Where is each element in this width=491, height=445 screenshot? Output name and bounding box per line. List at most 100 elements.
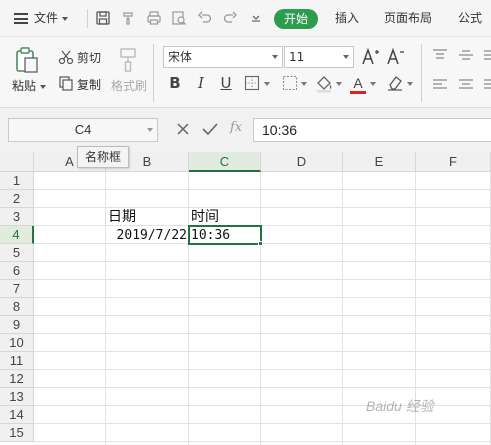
gridline — [34, 261, 491, 262]
paste-button[interactable]: 粘贴 — [12, 77, 47, 94]
font-size-select[interactable]: 11 — [284, 46, 354, 68]
row-header-10[interactable]: 10 — [0, 334, 34, 352]
gridline — [34, 207, 491, 208]
formula-bar: C4 10:36 — [0, 108, 491, 152]
name-box[interactable]: C4 — [8, 118, 158, 142]
tab-insert[interactable]: 插入 — [335, 0, 359, 37]
font-name-select[interactable]: 宋体 — [163, 46, 283, 68]
cut-icon[interactable] — [58, 49, 74, 65]
print-icon[interactable] — [146, 10, 162, 26]
row-header-14[interactable]: 14 — [0, 406, 34, 424]
chevron-down-icon — [272, 55, 278, 59]
tab-insert-label: 插入 — [335, 11, 360, 25]
format-painter-icon[interactable] — [118, 47, 140, 73]
row-header-1[interactable]: 1 — [0, 172, 34, 190]
font-name-value: 宋体 — [168, 50, 193, 64]
select-all-corner[interactable] — [0, 152, 34, 172]
row-header-8[interactable]: 8 — [0, 298, 34, 316]
bold-button[interactable]: B — [166, 73, 184, 93]
cell-b3[interactable]: 日期 — [108, 208, 136, 226]
chevron-down-icon[interactable] — [301, 82, 307, 86]
font-color-button[interactable]: A — [350, 73, 366, 93]
underline-button[interactable]: U — [217, 73, 235, 93]
insert-function-button[interactable]: fx — [230, 120, 242, 135]
font-color-letter-icon: A — [353, 75, 363, 91]
row-header-12[interactable]: 12 — [0, 370, 34, 388]
gridline — [34, 297, 491, 298]
watermark-text: Baidu 经验 — [366, 398, 434, 414]
cell-b4[interactable]: 2019/7/22 — [106, 227, 188, 245]
chevron-down-icon — [40, 84, 47, 89]
row-header-4[interactable]: 4 — [0, 226, 34, 244]
row-header-13[interactable]: 13 — [0, 388, 34, 406]
column-header-e[interactable]: E — [343, 152, 416, 172]
align-top-icon[interactable] — [432, 48, 448, 62]
copy-icon[interactable] — [58, 75, 74, 91]
undo-icon[interactable] — [197, 10, 213, 26]
chevron-down-icon — [62, 16, 69, 21]
gridline — [34, 369, 491, 370]
fill-color-icon[interactable] — [314, 73, 334, 93]
row-header-11[interactable]: 11 — [0, 352, 34, 370]
active-cell-selection — [188, 225, 262, 245]
row-header-15[interactable]: 15 — [0, 424, 34, 442]
clear-format-icon[interactable] — [386, 74, 404, 92]
align-center-icon[interactable] — [458, 78, 474, 92]
align-right-icon[interactable] — [484, 78, 491, 92]
chevron-down-icon[interactable] — [370, 82, 376, 86]
fill-handle[interactable] — [258, 241, 263, 246]
tab-formulas-label: 公式 — [458, 11, 483, 25]
align-bottom-icon[interactable] — [484, 48, 491, 62]
chevron-down-icon[interactable] — [336, 82, 342, 86]
tab-home-label: 开始 — [283, 12, 308, 26]
align-middle-icon[interactable] — [458, 48, 474, 62]
increase-font-size-icon[interactable] — [361, 47, 381, 67]
align-left-icon[interactable] — [432, 78, 448, 92]
tab-formulas[interactable]: 公式 — [458, 0, 482, 37]
format-painter-button[interactable]: 格式刷 — [111, 77, 147, 94]
customize-quick-access-icon[interactable] — [248, 10, 264, 26]
row-header-3[interactable]: 3 — [0, 208, 34, 226]
formula-input[interactable]: 10:36 — [253, 118, 491, 142]
redo-icon[interactable] — [222, 10, 238, 26]
file-menu-label: 文件 — [34, 11, 59, 25]
format-painter-icon[interactable] — [121, 10, 137, 26]
cancel-icon[interactable] — [176, 122, 190, 140]
column-header-d[interactable]: D — [261, 152, 343, 172]
column-header-c[interactable]: C — [189, 152, 261, 172]
gridline — [34, 351, 491, 352]
chevron-down-icon — [343, 55, 349, 59]
copy-button[interactable]: 复制 — [77, 76, 101, 93]
gridline — [34, 279, 491, 280]
chevron-down-icon[interactable] — [407, 82, 413, 86]
save-icon[interactable] — [95, 10, 111, 26]
menu-divider — [87, 9, 88, 28]
row-header-7[interactable]: 7 — [0, 280, 34, 298]
name-box-tooltip: 名称框 — [77, 146, 129, 168]
confirm-icon[interactable] — [202, 122, 218, 140]
row-header-6[interactable]: 6 — [0, 262, 34, 280]
font-color-swatch — [350, 91, 366, 94]
cell-c3[interactable]: 时间 — [191, 208, 219, 226]
fill-pattern-icon[interactable] — [282, 75, 298, 91]
italic-button[interactable]: I — [192, 73, 210, 93]
chevron-down-icon — [147, 128, 153, 132]
gridline — [34, 225, 491, 226]
paste-icon[interactable] — [12, 46, 40, 74]
file-menu[interactable]: 文件 — [34, 0, 69, 37]
chevron-down-icon[interactable] — [264, 82, 270, 86]
tab-page-layout-label: 页面布局 — [384, 11, 433, 25]
column-header-f[interactable]: F — [416, 152, 491, 172]
font-size-value: 11 — [289, 50, 305, 64]
formula-input-value: 10:36 — [262, 122, 298, 138]
row-header-5[interactable]: 5 — [0, 244, 34, 262]
hamburger-menu-icon[interactable] — [14, 13, 28, 24]
cut-button[interactable]: 剪切 — [77, 49, 101, 66]
row-header-2[interactable]: 2 — [0, 190, 34, 208]
tab-page-layout[interactable]: 页面布局 — [384, 0, 432, 37]
row-header-9[interactable]: 9 — [0, 316, 34, 334]
decrease-font-size-icon[interactable] — [386, 47, 406, 67]
print-preview-icon[interactable] — [171, 10, 187, 26]
tab-home[interactable]: 开始 — [274, 9, 318, 29]
borders-icon[interactable] — [244, 75, 260, 91]
